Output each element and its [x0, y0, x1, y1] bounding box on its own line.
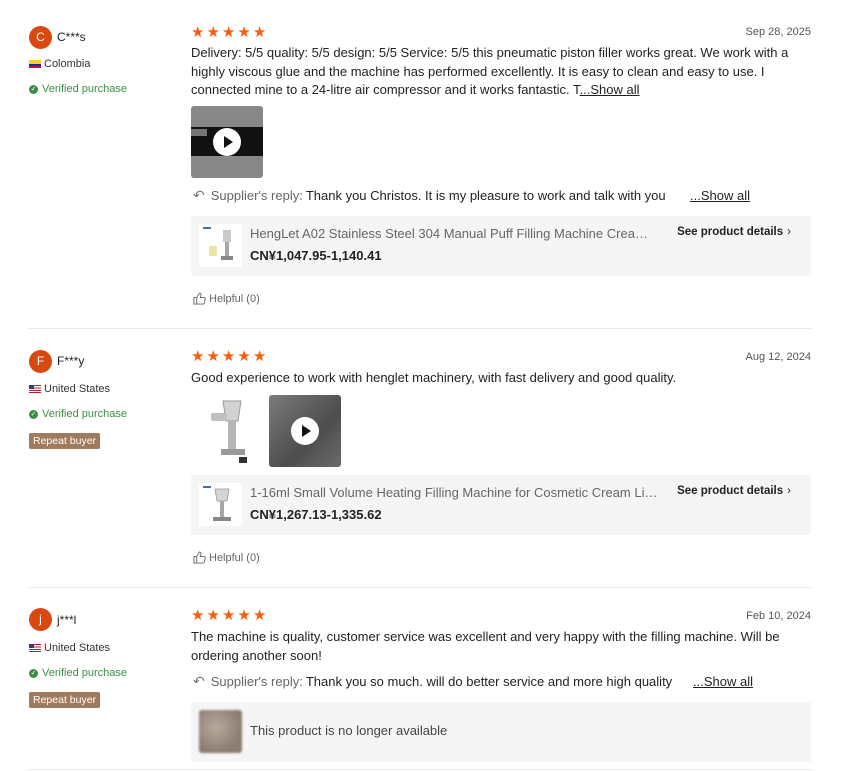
- supplier-reply-text: Thank you Christos. It is my pleasure to…: [305, 188, 666, 203]
- username: F***y: [57, 354, 85, 368]
- review-body: The machine is quality, customer service…: [191, 629, 780, 663]
- verified-purchase: ✓ Verified purchase: [29, 667, 127, 679]
- country-label: United States: [44, 642, 111, 654]
- username: C***s: [57, 30, 86, 44]
- see-product-details-button[interactable]: See product details ›: [677, 485, 791, 497]
- verified-label: Verified purchase: [42, 83, 127, 95]
- rating-stars: ★ ★ ★ ★ ★: [191, 608, 266, 623]
- review-date: Aug 12, 2024: [745, 351, 811, 363]
- show-all-link[interactable]: ...Show all: [580, 82, 640, 97]
- rating-stars: ★ ★ ★ ★ ★: [191, 349, 266, 364]
- see-details-label: See product details: [677, 226, 784, 238]
- product-name[interactable]: HengLet A02 Stainless Steel 304 Manual P…: [250, 226, 658, 241]
- thumbs-up-icon: [193, 551, 206, 564]
- star-icon: ★: [237, 348, 251, 365]
- check-icon: ✓: [29, 409, 38, 419]
- review-text: The machine is quality, customer service…: [191, 628, 816, 665]
- star-icon: ★: [237, 24, 251, 41]
- review-text: Good experience to work with henglet mac…: [191, 369, 816, 388]
- supplier-reply: ↶ Supplier's reply: Thank you so much. w…: [193, 673, 758, 690]
- reply-icon: ↶: [193, 187, 205, 203]
- supplier-reply-label: Supplier's reply:: [210, 674, 303, 689]
- star-icon: ★: [252, 607, 267, 624]
- filling-machine-image: [203, 227, 233, 260]
- star-icon: ★: [252, 348, 267, 365]
- us-flag-icon: [29, 644, 41, 652]
- star-icon: ★: [206, 348, 220, 365]
- star-icon: ★: [206, 24, 220, 41]
- filling-machine-photo: [211, 400, 247, 463]
- review-text: Delivery: 5/5 quality: 5/5 design: 5/5 S…: [191, 44, 816, 100]
- review-video[interactable]: [269, 395, 341, 467]
- review-date: Feb 10, 2024: [746, 610, 811, 622]
- star-icon: ★: [191, 607, 205, 624]
- review-video[interactable]: [191, 106, 263, 178]
- product-card[interactable]: 1-16ml Small Volume Heating Filling Mach…: [191, 475, 811, 535]
- star-icon: ★: [191, 24, 205, 41]
- product-price: CN¥1,267.13-1,335.62: [250, 507, 382, 522]
- unavailable-product-card: This product is no longer available: [191, 702, 811, 762]
- country: Colombia: [29, 58, 90, 70]
- unavailable-product-thumbnail: [199, 710, 242, 753]
- review-body: Good experience to work with henglet mac…: [191, 370, 677, 385]
- review-date: Sep 28, 2025: [745, 26, 811, 38]
- verified-label: Verified purchase: [42, 408, 127, 420]
- reply-show-all-link[interactable]: ...Show all: [690, 188, 750, 203]
- helpful-button[interactable]: Helpful (0): [193, 292, 260, 305]
- divider: [29, 328, 811, 329]
- play-icon[interactable]: [291, 417, 319, 445]
- verified-purchase: ✓ Verified purchase: [29, 83, 127, 95]
- username: j***l: [57, 613, 77, 627]
- avatar: F: [29, 350, 52, 373]
- thumbs-up-icon: [193, 292, 206, 305]
- verified-purchase: ✓ Verified purchase: [29, 408, 127, 420]
- check-icon: ✓: [29, 84, 38, 94]
- helpful-label: Helpful (0): [209, 551, 260, 564]
- star-icon: ★: [206, 607, 220, 624]
- star-icon: ★: [191, 348, 205, 365]
- product-thumbnail: [199, 224, 242, 267]
- check-icon: ✓: [29, 668, 38, 678]
- review-body: Delivery: 5/5 quality: 5/5 design: 5/5 S…: [191, 45, 789, 97]
- star-icon: ★: [221, 348, 236, 365]
- country: United States: [29, 642, 110, 654]
- verified-label: Verified purchase: [42, 667, 127, 679]
- repeat-buyer-badge: Repeat buyer: [29, 433, 101, 449]
- reply-icon: ↶: [193, 673, 205, 689]
- supplier-reply-label: Supplier's reply:: [210, 188, 303, 203]
- play-icon[interactable]: [213, 128, 241, 156]
- rating-stars: ★ ★ ★ ★ ★: [191, 25, 266, 40]
- see-product-details-button[interactable]: See product details ›: [677, 226, 791, 238]
- country-label: Colombia: [44, 58, 91, 70]
- star-icon: ★: [221, 607, 236, 624]
- colombia-flag-icon: [29, 60, 41, 68]
- divider: [29, 769, 811, 770]
- country-label: United States: [44, 383, 111, 395]
- product-price: CN¥1,047.95-1,140.41: [250, 248, 382, 263]
- star-icon: ★: [252, 24, 267, 41]
- helpful-button[interactable]: Helpful (0): [193, 551, 260, 564]
- review-photo[interactable]: [191, 395, 263, 467]
- product-thumbnail: [199, 483, 242, 526]
- star-icon: ★: [237, 607, 251, 624]
- filling-machine-image: [203, 486, 231, 521]
- chevron-right-icon: ›: [787, 226, 791, 238]
- repeat-buyer-badge: Repeat buyer: [29, 692, 101, 708]
- see-details-label: See product details: [677, 485, 784, 497]
- reply-show-all-link[interactable]: ...Show all: [693, 674, 753, 689]
- avatar: j: [29, 608, 52, 631]
- chevron-right-icon: ›: [787, 485, 791, 497]
- avatar: C: [29, 26, 52, 49]
- divider: [29, 587, 811, 588]
- unavailable-label: This product is no longer available: [250, 723, 448, 738]
- us-flag-icon: [29, 385, 41, 393]
- product-card[interactable]: HengLet A02 Stainless Steel 304 Manual P…: [191, 216, 811, 276]
- helpful-label: Helpful (0): [209, 292, 260, 305]
- star-icon: ★: [221, 24, 236, 41]
- supplier-reply: ↶ Supplier's reply: Thank you Christos. …: [193, 187, 758, 204]
- product-name[interactable]: 1-16ml Small Volume Heating Filling Mach…: [250, 485, 658, 500]
- country: United States: [29, 383, 110, 395]
- supplier-reply-text: Thank you so much. will do better servic…: [305, 674, 673, 689]
